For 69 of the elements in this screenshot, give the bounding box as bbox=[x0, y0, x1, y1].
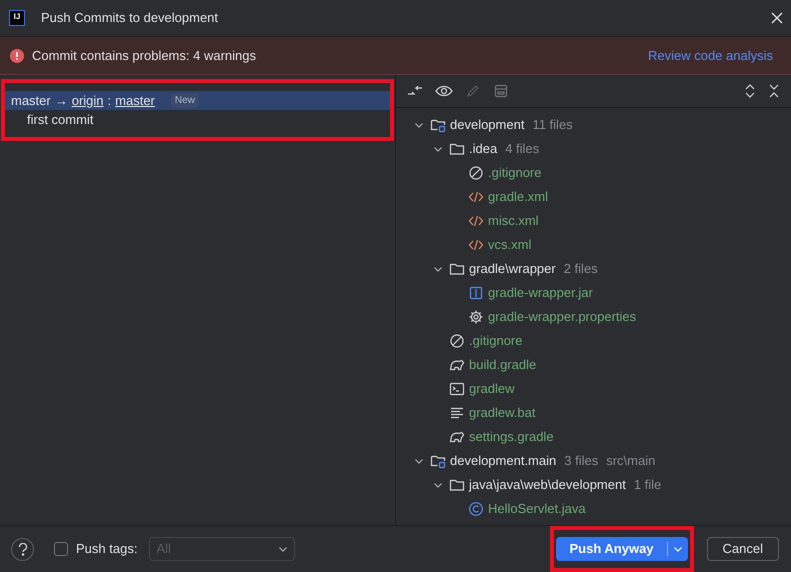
problem-message: Commit contains problems: 4 warnings bbox=[32, 46, 256, 65]
checkbox[interactable] bbox=[54, 542, 68, 556]
elephant-icon bbox=[449, 357, 465, 373]
elephant-icon bbox=[449, 429, 465, 445]
code-tag-icon bbox=[468, 189, 484, 205]
tree-item-name[interactable]: gradle-wrapper.jar bbox=[488, 283, 593, 303]
code-tag-icon bbox=[468, 213, 484, 229]
tree-item-name[interactable]: development.main bbox=[450, 451, 556, 471]
help-button[interactable] bbox=[11, 538, 34, 560]
tree-item-name[interactable]: vcs.xml bbox=[488, 235, 532, 255]
target-branch-link[interactable]: master bbox=[115, 90, 155, 110]
file-count: 4 files bbox=[505, 140, 540, 158]
branch-row[interactable]: master → origin : master New bbox=[5, 91, 390, 110]
chevron-icon[interactable] bbox=[414, 120, 424, 130]
tree-item-name[interactable]: gradle-wrapper.properties bbox=[488, 307, 636, 327]
collapse-all-icon[interactable] bbox=[768, 83, 780, 99]
chevron-icon[interactable] bbox=[433, 144, 443, 154]
archive-icon bbox=[468, 285, 484, 301]
tree-item-name[interactable]: misc.xml bbox=[488, 211, 539, 231]
tree-item-name[interactable]: gradlew.bat bbox=[469, 403, 536, 423]
remote-link[interactable]: origin bbox=[72, 90, 104, 110]
prohibited-icon bbox=[449, 333, 465, 349]
code-tag-icon bbox=[468, 237, 484, 253]
tree-item-name[interactable]: .gitignore bbox=[469, 331, 522, 351]
folder-icon bbox=[449, 261, 465, 277]
arrow-text: → bbox=[54, 92, 68, 110]
question-icon bbox=[18, 542, 28, 556]
tree-item-name[interactable]: settings.gradle bbox=[469, 427, 554, 447]
chevron-icon[interactable] bbox=[433, 264, 443, 274]
gear-icon bbox=[468, 309, 484, 325]
push-tags-label: Push tags: bbox=[76, 540, 138, 558]
tree-item-name[interactable]: development bbox=[450, 115, 524, 135]
new-badge: New bbox=[170, 93, 199, 108]
local-branch: master bbox=[11, 92, 51, 110]
commit-message[interactable]: first commit bbox=[5, 110, 390, 129]
tree-item-name[interactable]: gradlew bbox=[469, 379, 515, 399]
file-count: 2 files bbox=[564, 260, 598, 278]
panel-icon[interactable] bbox=[493, 83, 509, 99]
eye-icon[interactable] bbox=[435, 83, 453, 99]
folder-icon bbox=[449, 477, 465, 493]
text-file-icon bbox=[449, 405, 465, 421]
file-count: 1 file bbox=[634, 476, 662, 494]
review-link[interactable]: Review code analysis bbox=[648, 46, 773, 66]
module-folder-icon bbox=[430, 117, 446, 133]
terminal-icon bbox=[449, 381, 465, 397]
chevron-icon[interactable] bbox=[433, 480, 443, 490]
cancel-button[interactable]: Cancel bbox=[708, 538, 778, 560]
tree-item-name[interactable]: gradle\wrapper bbox=[469, 259, 556, 279]
file-count: 11 files bbox=[532, 116, 573, 134]
chevron-down-icon bbox=[672, 544, 683, 554]
window-title: Push Commits to development bbox=[41, 9, 218, 28]
tree-item-name[interactable]: .idea bbox=[469, 139, 498, 159]
tree-item-name[interactable]: HelloServlet.java bbox=[488, 499, 586, 519]
tree-item-name[interactable]: build.gradle bbox=[469, 355, 536, 375]
prohibited-icon bbox=[468, 165, 484, 181]
close-icon[interactable] bbox=[771, 12, 783, 24]
tree-item-name[interactable]: java\java\web\development bbox=[469, 475, 626, 495]
class-icon bbox=[468, 501, 484, 517]
separator-text: : bbox=[108, 92, 112, 110]
chevron-icon[interactable] bbox=[414, 456, 424, 466]
module-folder-icon bbox=[430, 453, 446, 469]
file-count: 3 files bbox=[564, 452, 598, 470]
folder-icon bbox=[449, 141, 465, 157]
expand-all-icon[interactable] bbox=[744, 83, 756, 99]
module-path: src\main bbox=[606, 452, 656, 470]
tree-item-name[interactable]: gradle.xml bbox=[488, 187, 548, 207]
error-icon bbox=[10, 48, 24, 62]
app-logo: IJ bbox=[9, 10, 25, 26]
tree-item-name[interactable]: .gitignore bbox=[488, 163, 542, 183]
